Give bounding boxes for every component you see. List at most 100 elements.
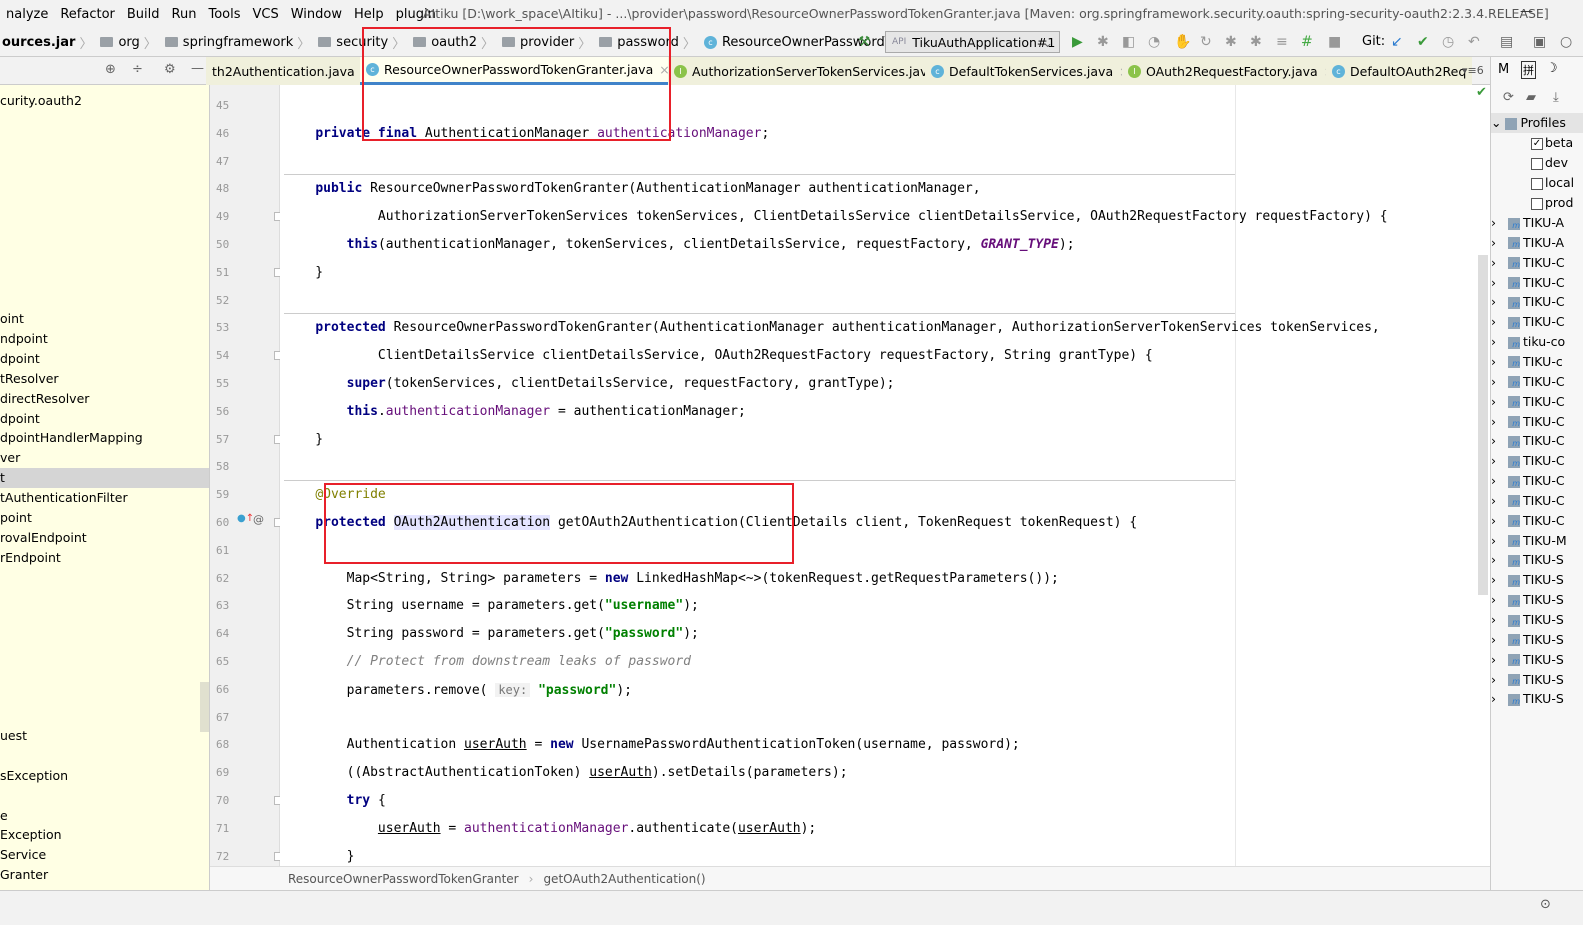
download-icon[interactable]: ⤓ xyxy=(1553,90,1559,105)
maven-module[interactable]: › m TIKU-S xyxy=(1491,650,1583,670)
tree-item[interactable]: ver xyxy=(0,448,209,468)
tab-th2authentication-java[interactable]: th2Authentication.java× xyxy=(206,57,378,85)
menu-window[interactable]: Window xyxy=(285,7,348,22)
maven-module[interactable]: › m TIKU-C xyxy=(1491,273,1583,293)
maven-module[interactable]: › m TIKU-C xyxy=(1491,511,1583,531)
run-dashboard-icon[interactable]: ▣ xyxy=(1533,34,1546,50)
maven-module[interactable]: › m TIKU-S xyxy=(1491,590,1583,610)
implements-icon[interactable]: ●↑ xyxy=(237,513,254,524)
debug-tests-icon[interactable]: ✱ xyxy=(1250,34,1262,50)
maven-module[interactable]: › m TIKU-C xyxy=(1491,253,1583,273)
step-icon[interactable]: ≡ xyxy=(1276,34,1288,50)
maven-module[interactable]: › m TIKU-A xyxy=(1491,233,1583,253)
run-configuration-select[interactable]: API TikuAuthApplication#1 ⌄ xyxy=(885,31,1060,53)
tree-item[interactable]: sException xyxy=(0,766,209,786)
maven-tab[interactable]: M xyxy=(1498,62,1509,77)
maven-module[interactable]: › m TIKU-S xyxy=(1491,670,1583,690)
maven-module[interactable]: › m TIKU-A xyxy=(1491,213,1583,233)
add-project-icon[interactable]: ▰ xyxy=(1526,90,1536,105)
breadcrumb-item[interactable]: oauth2 〉 xyxy=(411,33,500,52)
tree-item[interactable]: ndpoint xyxy=(0,329,209,349)
attach-icon[interactable]: ✋ xyxy=(1174,34,1191,50)
search-icon[interactable]: ○ xyxy=(1560,34,1572,50)
annotation-icon[interactable]: @ xyxy=(253,513,264,526)
menu-help[interactable]: Help xyxy=(348,7,390,22)
maven-module[interactable]: › m TIKU-S xyxy=(1491,689,1583,709)
stop-icon[interactable]: ■ xyxy=(1328,34,1341,50)
tree-item[interactable]: directResolver xyxy=(0,389,209,409)
git-update-icon[interactable]: ↙ xyxy=(1391,34,1403,50)
maven-module[interactable]: › m TIKU-C xyxy=(1491,491,1583,511)
checkbox[interactable] xyxy=(1531,157,1543,170)
maven-module[interactable]: › m TIKU-C xyxy=(1491,312,1583,332)
coverage-icon[interactable]: ◧ xyxy=(1122,34,1135,50)
maven-module[interactable]: › m TIKU-S xyxy=(1491,610,1583,630)
maven-module[interactable]: › m TIKU-M xyxy=(1491,531,1583,551)
maven-module[interactable]: › m TIKU-C xyxy=(1491,412,1583,432)
breadcrumb-method[interactable]: getOAuth2Authentication() xyxy=(543,872,705,886)
tree-item[interactable]: Service xyxy=(0,845,209,865)
checkbox[interactable] xyxy=(1531,177,1543,190)
tree-item[interactable]: dpointHandlerMapping xyxy=(0,428,209,448)
tree-item[interactable]: dpoint xyxy=(0,349,209,369)
breadcrumb-item[interactable]: org 〉 xyxy=(98,33,162,52)
tree-item[interactable]: curity.oauth2 xyxy=(0,91,209,111)
menu-build[interactable]: Build xyxy=(121,7,166,22)
tree-item[interactable]: Granter xyxy=(0,865,209,885)
collapse-icon[interactable]: ÷ xyxy=(132,62,143,77)
maven-module[interactable]: › m TIKU-C xyxy=(1491,451,1583,471)
threads-icon[interactable]: # xyxy=(1301,34,1313,50)
tree-scrollbar[interactable] xyxy=(200,682,209,732)
menu-vcs[interactable]: VCS xyxy=(247,7,285,22)
breadcrumb-item[interactable]: springframework 〉 xyxy=(163,33,317,52)
profile-checkbox[interactable]: ✓ beta xyxy=(1491,133,1583,153)
tree-item[interactable]: rEndpoint xyxy=(0,548,209,568)
maven-module[interactable]: › m TIKU-C xyxy=(1491,392,1583,412)
tree-item[interactable]: t xyxy=(0,468,209,489)
maven-module[interactable]: › m TIKU-C xyxy=(1491,372,1583,392)
tree-item[interactable]: oint xyxy=(0,309,209,329)
breadcrumb-item[interactable]: password 〉 xyxy=(597,33,702,52)
debug-alt-icon[interactable]: ✱ xyxy=(1225,34,1237,50)
git-rollback-icon[interactable]: ↶ xyxy=(1468,34,1480,50)
git-history-icon[interactable]: ◷ xyxy=(1442,34,1454,50)
profile-icon[interactable]: ◔ xyxy=(1148,34,1160,50)
tab-resourceownerpasswordtokengranter-java[interactable]: c ResourceOwnerPasswordTokenGranter.java × xyxy=(360,57,676,85)
code-editor[interactable]: ✔ private final AuthenticationManager au… xyxy=(280,85,1490,866)
breadcrumb-item[interactable]: ources.jar 〉 xyxy=(0,33,98,52)
reload-icon[interactable]: ⟳ xyxy=(1503,90,1514,105)
tab-overflow-button[interactable]: ▾≡6 xyxy=(1462,64,1484,77)
tab-defaulttokenservices-java[interactable]: cDefaultTokenServices.java× xyxy=(925,57,1136,85)
run-icon[interactable]: ▶ xyxy=(1072,34,1083,50)
breadcrumb-class[interactable]: ResourceOwnerPasswordTokenGranter xyxy=(288,872,519,886)
menu-nalyze[interactable]: nalyze xyxy=(0,7,54,22)
rerun-icon[interactable]: ↻ xyxy=(1200,34,1212,50)
tree-item[interactable]: dpoint xyxy=(0,409,209,429)
checkbox[interactable]: ✓ xyxy=(1531,137,1543,150)
maven-module[interactable]: › m TIKU-S xyxy=(1491,570,1583,590)
event-log-icon[interactable]: ⊙ xyxy=(1540,897,1551,912)
profile-checkbox[interactable]: dev xyxy=(1491,153,1583,173)
maven-module[interactable]: › m TIKU-S xyxy=(1491,630,1583,650)
build-hammer-icon[interactable]: ⚒ xyxy=(858,34,871,50)
tree-item[interactable]: rovalEndpoint xyxy=(0,528,209,548)
breadcrumb-item[interactable]: provider 〉 xyxy=(500,33,597,52)
git-commit-icon[interactable]: ✔ xyxy=(1417,34,1429,50)
maven-module[interactable]: › m TIKU-C xyxy=(1491,292,1583,312)
maven-module[interactable]: › m TIKU-C xyxy=(1491,471,1583,491)
tree-item[interactable]: tAuthenticationFilter xyxy=(0,488,209,508)
tree-item[interactable]: tResolver xyxy=(0,369,209,389)
tab-authorizationservertokenservices-java[interactable]: IAuthorizationServerTokenServices.java× xyxy=(668,57,958,85)
maven-profiles-node[interactable]: ⌄ Profiles xyxy=(1491,113,1583,133)
maven-module[interactable]: › m TIKU-C xyxy=(1491,431,1583,451)
project-structure-icon[interactable]: ▤ xyxy=(1500,34,1513,50)
tree-item[interactable]: e xyxy=(0,806,209,826)
maven-module[interactable]: › m TIKU-S xyxy=(1491,550,1583,570)
maven-module[interactable]: › m TIKU-c xyxy=(1491,352,1583,372)
tree-item[interactable]: point xyxy=(0,508,209,528)
locate-icon[interactable]: ⊕ xyxy=(105,62,116,77)
tree-item[interactable]: uest xyxy=(0,726,209,746)
tab-defaultoauth2req[interactable]: c DefaultOAuth2Req xyxy=(1326,57,1473,85)
gear-icon[interactable]: ⚙ xyxy=(164,62,176,77)
editor-scrollbar[interactable] xyxy=(1478,255,1488,595)
